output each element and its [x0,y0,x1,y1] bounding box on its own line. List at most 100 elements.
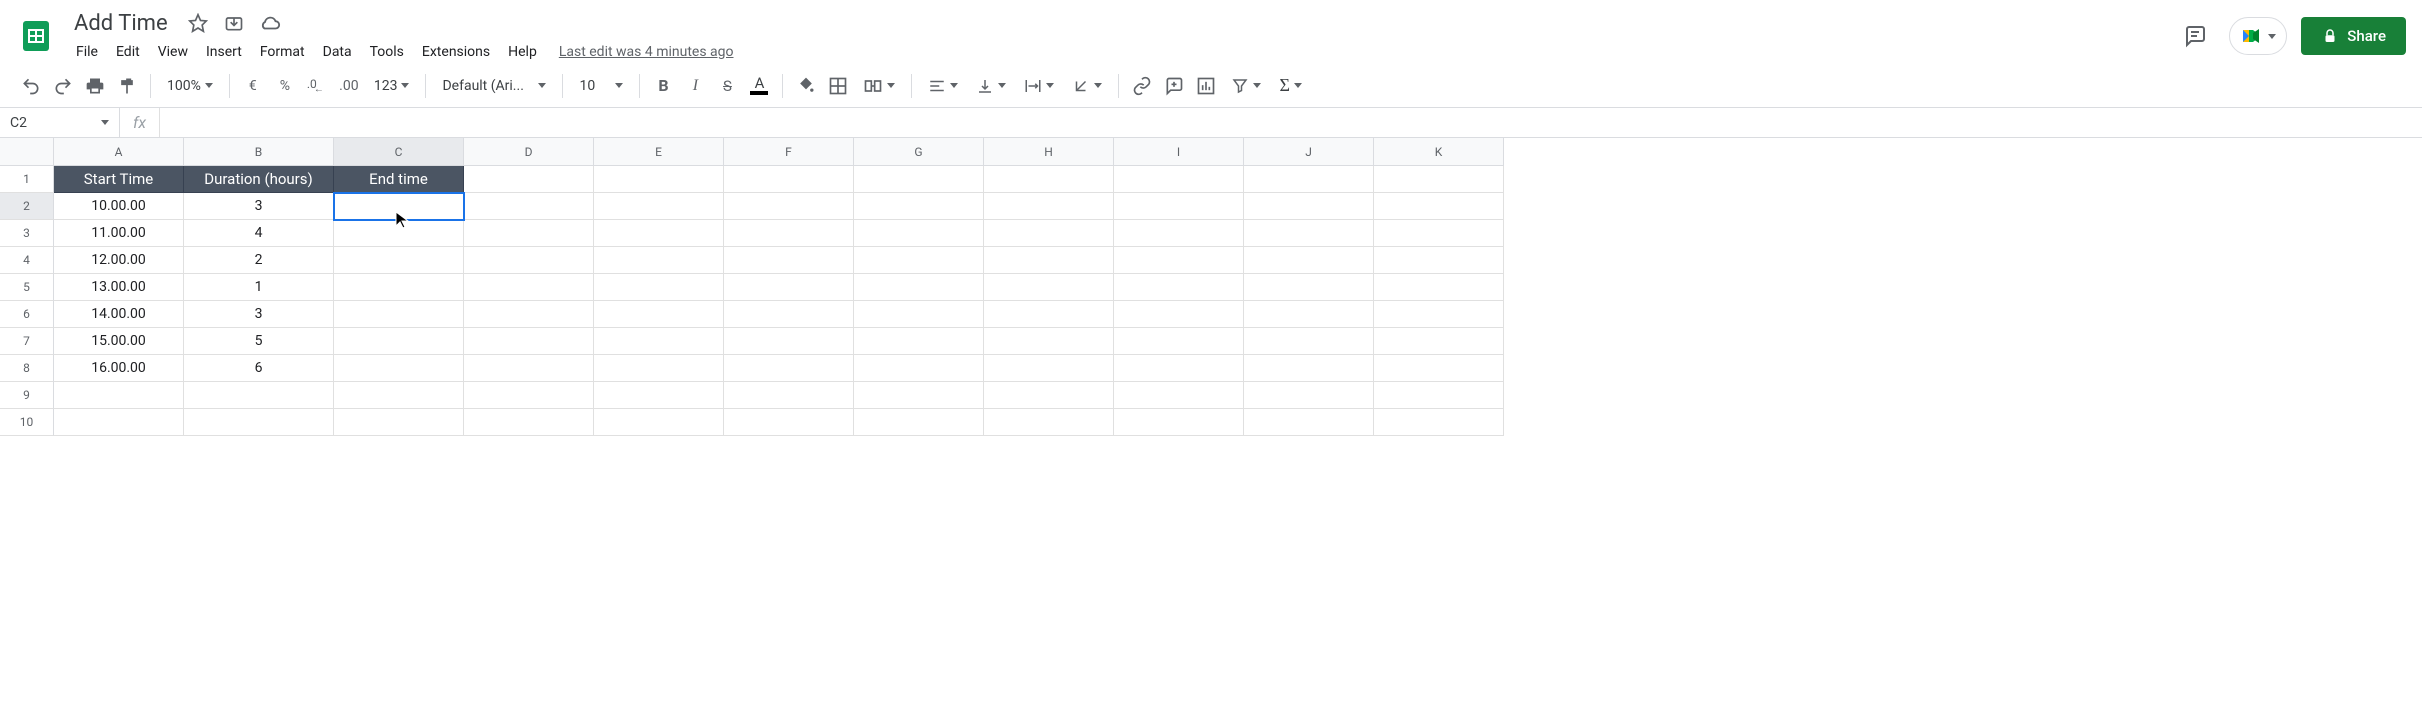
cell[interactable] [1114,247,1244,274]
comments-icon[interactable] [2175,16,2215,56]
cell[interactable] [464,274,594,301]
formula-input[interactable] [160,108,2422,137]
cell[interactable]: 3 [184,193,334,220]
cell[interactable] [1244,220,1374,247]
cell[interactable]: 5 [184,328,334,355]
cell[interactable] [984,220,1114,247]
cell[interactable] [54,409,184,436]
cell[interactable] [1114,409,1244,436]
cell[interactable] [724,193,854,220]
cell[interactable] [464,355,594,382]
print-button[interactable] [80,71,110,101]
cell[interactable] [334,409,464,436]
cell[interactable]: 3 [184,301,334,328]
col-header[interactable]: K [1374,138,1504,166]
row-header[interactable]: 2 [0,193,54,220]
cell[interactable] [854,220,984,247]
paint-format-button[interactable] [112,71,142,101]
font-size-dropdown[interactable]: 10 [571,71,631,101]
cell[interactable] [594,355,724,382]
cell[interactable] [464,193,594,220]
cell[interactable] [594,301,724,328]
cell[interactable] [464,409,594,436]
wrap-dropdown[interactable] [1016,71,1062,101]
cell[interactable] [594,166,724,193]
col-header[interactable]: E [594,138,724,166]
cell[interactable]: 14.00.00 [54,301,184,328]
cell[interactable] [1114,382,1244,409]
cell[interactable] [854,355,984,382]
cell[interactable] [984,328,1114,355]
cell[interactable] [1114,301,1244,328]
functions-dropdown[interactable]: Σ [1271,71,1309,101]
menu-help[interactable]: Help [500,40,545,64]
menu-tools[interactable]: Tools [362,40,412,64]
cell[interactable]: 11.00.00 [54,220,184,247]
cell[interactable] [1244,355,1374,382]
meet-button[interactable] [2229,17,2287,55]
move-icon[interactable] [222,11,246,35]
sheets-logo-icon[interactable] [16,16,56,56]
cell[interactable] [854,247,984,274]
cell[interactable] [464,247,594,274]
decrease-decimal-button[interactable]: .0← [302,71,332,101]
cell[interactable] [1244,166,1374,193]
cell[interactable] [334,355,464,382]
star-icon[interactable] [186,11,210,35]
cell[interactable] [1244,247,1374,274]
cell[interactable] [854,274,984,301]
col-header[interactable]: J [1244,138,1374,166]
cell[interactable]: 2 [184,247,334,274]
cell[interactable] [1374,409,1504,436]
v-align-dropdown[interactable] [968,71,1014,101]
cell[interactable] [724,274,854,301]
bold-button[interactable]: B [648,71,678,101]
cell[interactable] [1244,382,1374,409]
insert-link-button[interactable] [1127,71,1157,101]
strikethrough-button[interactable]: S [712,71,742,101]
italic-button[interactable]: I [680,71,710,101]
cell[interactable]: 12.00.00 [54,247,184,274]
menu-file[interactable]: File [68,40,106,64]
row-header[interactable]: 1 [0,166,54,193]
cell[interactable] [1374,301,1504,328]
cell[interactable] [1244,328,1374,355]
cell[interactable] [594,409,724,436]
cell[interactable] [334,301,464,328]
cell[interactable] [724,328,854,355]
cell[interactable] [1374,355,1504,382]
cell[interactable] [334,220,464,247]
cell[interactable] [724,166,854,193]
h-align-dropdown[interactable] [920,71,966,101]
cell[interactable] [334,328,464,355]
row-header[interactable]: 8 [0,355,54,382]
cell[interactable] [334,247,464,274]
insert-chart-button[interactable] [1191,71,1221,101]
cell[interactable] [334,382,464,409]
cell[interactable] [1114,220,1244,247]
col-header[interactable]: I [1114,138,1244,166]
undo-button[interactable] [16,71,46,101]
number-format-dropdown[interactable]: 123 [366,71,418,101]
redo-button[interactable] [48,71,78,101]
cell[interactable] [984,382,1114,409]
cell[interactable] [854,409,984,436]
cell[interactable] [1244,409,1374,436]
insert-comment-button[interactable] [1159,71,1189,101]
document-title[interactable]: Add Time [68,9,174,38]
cell[interactable] [1244,274,1374,301]
cell[interactable] [724,301,854,328]
cell[interactable] [984,355,1114,382]
cell[interactable] [464,301,594,328]
cell[interactable] [1114,355,1244,382]
cell[interactable] [984,193,1114,220]
cloud-status-icon[interactable] [258,11,282,35]
cell[interactable] [1374,220,1504,247]
cell[interactable] [984,274,1114,301]
cell[interactable] [1114,328,1244,355]
cell[interactable] [1374,193,1504,220]
cell[interactable] [594,193,724,220]
cell[interactable] [1114,166,1244,193]
cell[interactable] [854,328,984,355]
col-header[interactable]: H [984,138,1114,166]
